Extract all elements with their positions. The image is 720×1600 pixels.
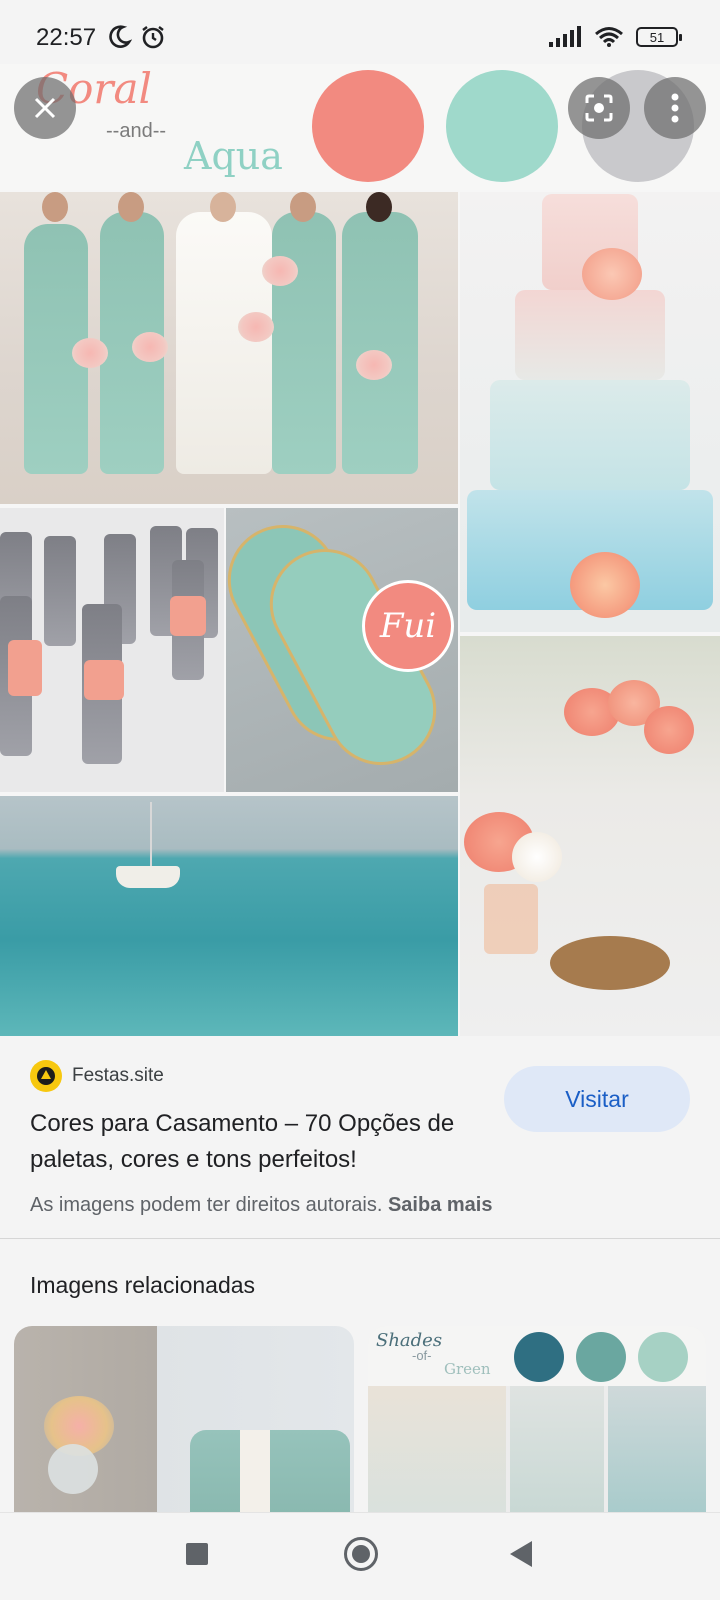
logo-and-text: --and-- — [106, 120, 167, 142]
learn-more-link[interactable]: Saiba mais — [388, 1194, 493, 1216]
navigation-bar — [0, 1512, 720, 1600]
more-vert-icon — [671, 93, 679, 123]
image-preview[interactable]: Coral --and-- Aqua Fui — [0, 64, 720, 1036]
table-decor-photo — [460, 636, 720, 1036]
bridesmaids-photo — [0, 192, 458, 504]
status-icons-right: 51 — [548, 26, 682, 48]
related-image-2[interactable]: Shades -of- Green — [368, 1326, 706, 1514]
visit-button[interactable]: Visitar — [504, 1066, 690, 1132]
home-button[interactable] — [344, 1537, 378, 1571]
badge-text: Fui — [379, 606, 437, 646]
back-button[interactable] — [510, 1541, 532, 1567]
battery-level: 51 — [649, 29, 665, 45]
recents-button[interactable] — [186, 1543, 208, 1565]
alarm-icon — [142, 26, 164, 49]
cake-photo — [460, 192, 720, 632]
divider — [0, 1238, 720, 1239]
close-icon — [34, 97, 56, 119]
source-name[interactable]: Festas.site — [72, 1065, 164, 1087]
lens-icon — [585, 94, 613, 122]
related-2-title: Shades — [376, 1330, 443, 1351]
close-button[interactable] — [14, 77, 76, 139]
moon-icon — [109, 25, 132, 48]
source-favicon-icon — [30, 1060, 62, 1092]
related-2-word: Green — [444, 1360, 491, 1378]
sea-photo — [0, 796, 458, 1036]
sandals-photo: Fui — [226, 508, 458, 792]
copyright-text: As imagens podem ter direitos autorais. — [30, 1194, 383, 1216]
swatch-aqua — [446, 70, 558, 182]
battery-icon: 51 — [636, 27, 682, 47]
related-2-of: -of- — [412, 1348, 432, 1363]
lens-button[interactable] — [568, 77, 630, 139]
result-info: Festas.site Cores para Casamento – 70 Op… — [0, 1036, 720, 1236]
fui-badge: Fui — [362, 580, 454, 672]
signal-icon — [549, 26, 581, 47]
more-options-button[interactable] — [644, 77, 706, 139]
chairs-photo — [0, 508, 224, 792]
swatch-coral — [312, 70, 424, 182]
related-image-1[interactable] — [14, 1326, 354, 1514]
status-time: 22:57 — [36, 24, 97, 51]
result-title[interactable]: Cores para Casamento – 70 Opções de pale… — [30, 1106, 490, 1178]
wifi-icon — [595, 27, 623, 47]
logo-aqua-text: Aqua — [184, 134, 283, 178]
source-row[interactable]: Festas.site — [30, 1060, 164, 1092]
status-icons-left — [106, 24, 166, 50]
related-heading: Imagens relacionadas — [30, 1272, 256, 1298]
copyright-notice: As imagens podem ter direitos autorais. … — [30, 1194, 492, 1217]
